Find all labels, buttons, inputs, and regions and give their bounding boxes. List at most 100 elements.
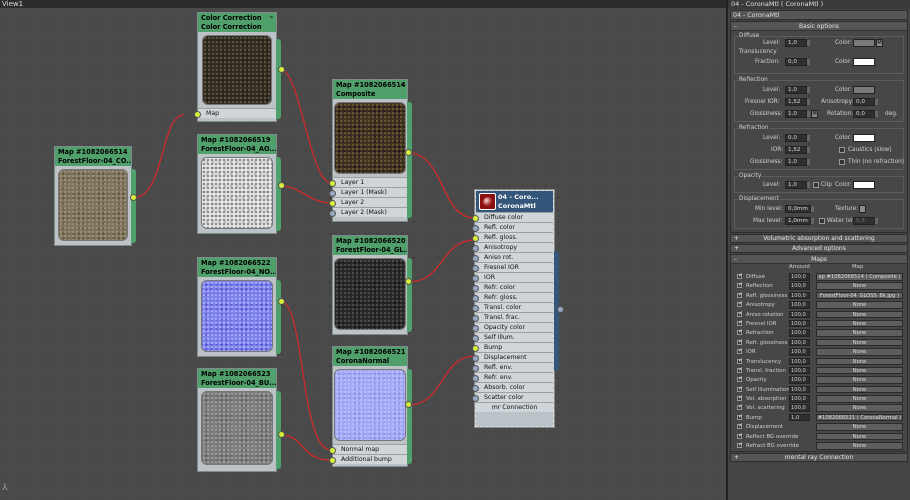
node-output-tab[interactable] [407, 102, 412, 218]
node-header[interactable]: Map #1082066514 Composite – [333, 80, 407, 99]
input-socket[interactable] [472, 235, 479, 242]
input-socket[interactable] [472, 305, 479, 312]
output-socket[interactable] [405, 401, 412, 408]
map-slot-button[interactable]: None [816, 442, 903, 450]
material-slot[interactable]: Refl. gloss. [472, 232, 553, 242]
map-enable-checkbox[interactable] [737, 394, 743, 402]
node-header[interactable]: Color Correction Color Correction – [198, 13, 276, 32]
input-socket[interactable] [472, 265, 479, 272]
min-level-spinner[interactable]: 0,0mm [785, 205, 814, 213]
node-corona-mtl[interactable]: 04 - Coro... CoronaMtl Diffuse color Refl.… [472, 189, 555, 428]
map-enable-checkbox[interactable] [737, 403, 743, 411]
input-socket[interactable] [472, 245, 479, 252]
map-slot-button[interactable]: None [816, 357, 903, 366]
input-socket[interactable] [329, 210, 336, 217]
map-slot-button[interactable]: None [816, 423, 903, 431]
map-amount-spinner[interactable]: 100,0 [789, 348, 810, 356]
map-slot-button[interactable]: None [816, 329, 903, 337]
maps-header[interactable]: – Maps [731, 255, 907, 264]
map-amount-spinner[interactable]: 100,0 [789, 395, 810, 403]
node-output-tab[interactable] [276, 280, 281, 354]
input-socket[interactable] [472, 395, 479, 402]
map-amount-spinner[interactable]: 100,0 [789, 319, 810, 328]
reflection-level-spinner[interactable]: 1,0 [785, 86, 810, 94]
minimize-icon[interactable]: – [270, 13, 273, 22]
material-slot[interactable]: Self Illum. [472, 332, 553, 342]
map-enable-checkbox[interactable] [737, 272, 743, 279]
map-slot-button[interactable]: ForestFloor-04_GLOSS_8k.jpg ) [816, 291, 903, 300]
diffuse-map-button[interactable]: M [876, 39, 883, 47]
material-slot[interactable]: Refr. env. [472, 372, 553, 382]
anisotropy-spinner[interactable]: 0,0 [853, 98, 878, 106]
map-slot-button[interactable]: #1082066521 ( CoronaNormal ) [816, 413, 903, 422]
node-forestfloor-bu[interactable]: Map #1082066523 ForestFloor-04_BU... [197, 368, 281, 472]
material-slot[interactable]: Transl. frac. [472, 312, 553, 322]
thin-checkbox[interactable] [839, 159, 845, 165]
input-socket[interactable] [472, 225, 479, 232]
input-socket[interactable] [329, 200, 336, 207]
map-enable-checkbox[interactable] [737, 432, 743, 439]
map-enable-checkbox[interactable] [737, 357, 743, 364]
node-composite[interactable]: Map #1082066514 Composite – Layer 1 Layer … [329, 79, 412, 222]
node-color-correction[interactable]: Color Correction Color Correction – Map [194, 12, 281, 122]
node-header[interactable]: 04 - Coro... CoronaMtl [476, 191, 553, 212]
refraction-level-spinner[interactable]: 0,0 [785, 134, 810, 142]
advanced-rollout-header[interactable]: + Advanced options [730, 244, 908, 253]
input-socket[interactable] [472, 285, 479, 292]
input-socket[interactable] [472, 215, 479, 222]
map-enable-checkbox[interactable] [737, 338, 743, 345]
map-enable-checkbox[interactable] [737, 300, 743, 308]
output-socket[interactable] [405, 149, 412, 156]
map-enable-checkbox[interactable] [737, 319, 743, 326]
material-slot[interactable]: mr Connection [476, 402, 553, 412]
input-socket[interactable] [472, 255, 479, 262]
output-socket[interactable] [130, 194, 137, 201]
node-forestfloor-no[interactable]: Map #1082066522 ForestFloor-04_NO... [197, 257, 281, 357]
mental-ray-rollout-header[interactable]: + mental ray Connection [730, 453, 908, 463]
opacity-level-spinner[interactable]: 1,0 [785, 181, 810, 189]
node-corona-normal[interactable]: Map #1082066521 CoronaNormal Normal map A… [329, 346, 412, 467]
opacity-color-swatch[interactable] [853, 181, 875, 189]
clip-checkbox[interactable] [813, 182, 819, 188]
input-socket[interactable] [472, 325, 479, 332]
node-output-tab[interactable] [407, 258, 412, 332]
volumetric-rollout-header[interactable]: + Volumetric absorption and scattering [730, 234, 908, 243]
node-editor-viewport[interactable]: View1 Color Correction Color Correction – … [0, 0, 726, 500]
map-slot-button[interactable]: None [816, 385, 903, 394]
output-socket[interactable] [278, 182, 285, 189]
map-amount-spinner[interactable]: 100,0 [789, 385, 810, 394]
material-slot[interactable]: Diffuse color [472, 212, 553, 222]
material-slot[interactable]: Refl. env. [472, 362, 553, 372]
translucency-color-swatch[interactable] [853, 58, 875, 66]
material-slot[interactable]: Absorb. color [472, 382, 553, 392]
diffuse-level-spinner[interactable]: 1,0 [785, 39, 810, 47]
material-slot[interactable]: IOR [472, 272, 553, 282]
water-level-spinner[interactable]: 0,5 [853, 217, 878, 225]
node-output-tab[interactable] [276, 39, 281, 119]
input-socket[interactable] [194, 111, 201, 118]
map-enable-checkbox[interactable] [737, 422, 743, 430]
map-enable-checkbox[interactable] [737, 347, 743, 355]
map-slot-button[interactable]: None [816, 319, 903, 328]
input-socket[interactable] [472, 275, 479, 282]
map-enable-checkbox[interactable] [737, 310, 743, 317]
rotation-spinner[interactable]: 0,0 [853, 110, 878, 118]
input-socket[interactable] [472, 345, 479, 352]
input-socket[interactable] [472, 365, 479, 372]
map-slot-button[interactable]: None [816, 301, 903, 309]
reflection-color-swatch[interactable] [853, 86, 875, 94]
map-amount-spinner[interactable]: 100,0 [789, 273, 810, 281]
material-slot[interactable]: Fresnel IOR [472, 262, 553, 272]
material-slot[interactable]: Anisotropy [472, 242, 553, 252]
node-forestfloor-gl[interactable]: Map #1082066520 ForestFloor-04_GL... [332, 235, 412, 335]
node-forestfloor-ao[interactable]: Map #1082066519 ForestFloor-04_AO... [197, 134, 281, 234]
material-slot[interactable]: Bump [472, 342, 553, 352]
map-slot-button[interactable]: None [816, 404, 903, 412]
material-slot[interactable]: Refl. color [472, 222, 553, 232]
map-amount-spinner[interactable]: 100,0 [789, 329, 810, 337]
input-socket[interactable] [472, 355, 479, 362]
map-enable-checkbox[interactable] [737, 413, 743, 420]
map-enable-checkbox[interactable] [737, 291, 743, 298]
node-forestfloor-co[interactable]: Map #1082066514 ForestFloor-04_CO... [54, 146, 136, 246]
map-amount-spinner[interactable]: 100,0 [789, 301, 810, 309]
